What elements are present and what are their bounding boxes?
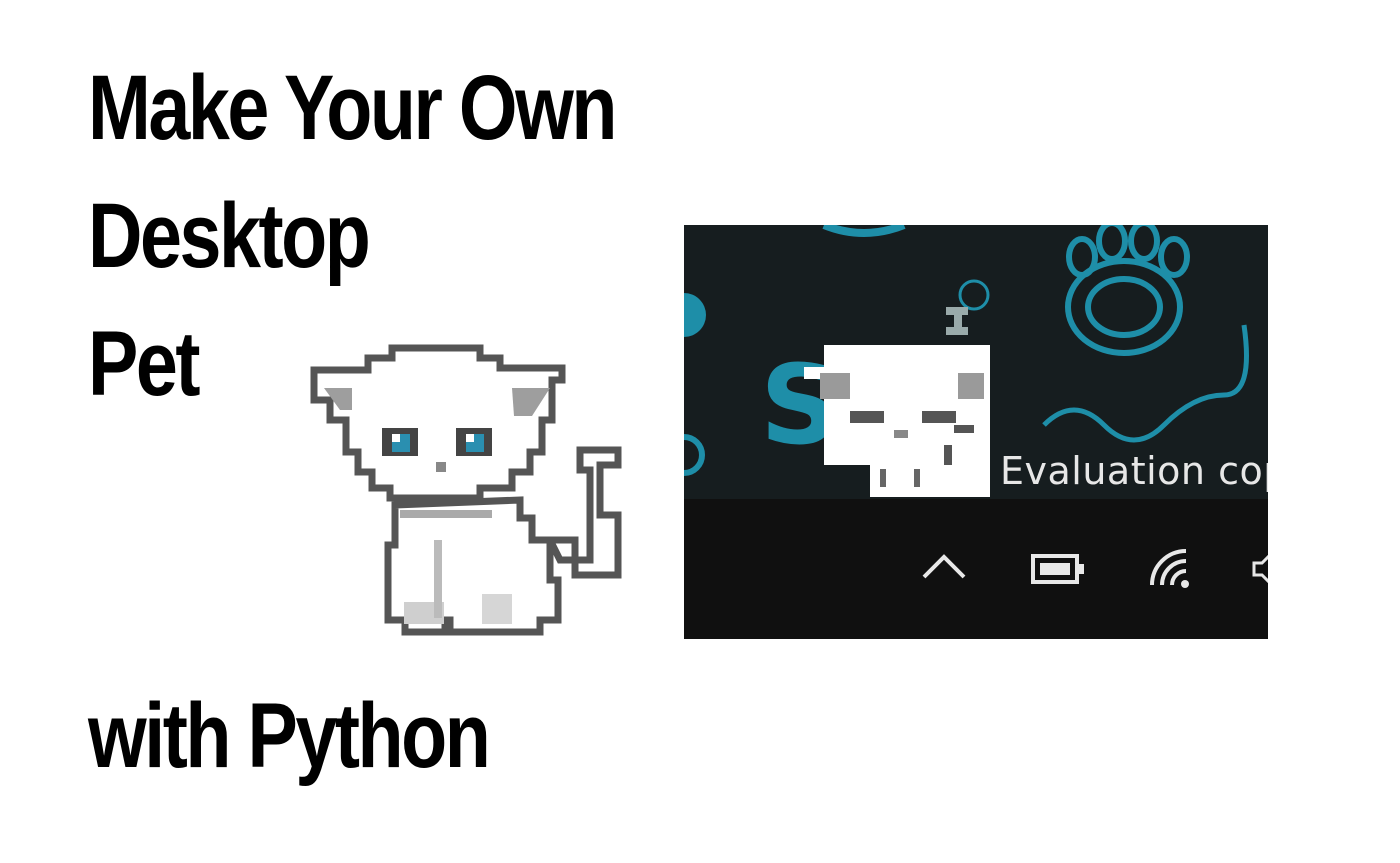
cat-body bbox=[384, 496, 562, 636]
taskbar bbox=[684, 499, 1268, 639]
speaker-icon[interactable] bbox=[1252, 551, 1268, 587]
chevron-up-icon[interactable] bbox=[920, 551, 968, 581]
cat-head bbox=[310, 344, 566, 502]
title-line-3: Pet bbox=[88, 313, 200, 415]
title-line-1: Make Your Own bbox=[88, 57, 617, 159]
battery-icon[interactable] bbox=[1030, 553, 1088, 585]
pixel-cat-illustration bbox=[310, 344, 622, 636]
cat-eye-left bbox=[382, 428, 418, 456]
cat-tail bbox=[544, 446, 622, 579]
wifi-icon[interactable] bbox=[1146, 547, 1194, 591]
title-line-2: Desktop bbox=[88, 185, 371, 287]
desktop-screenshot: S Evaluation cop bbox=[684, 225, 1268, 639]
title-line-4: with Python bbox=[88, 685, 491, 787]
cat-nose bbox=[436, 462, 446, 472]
cat-eye-right bbox=[456, 428, 492, 456]
evaluation-watermark: Evaluation cop bbox=[1000, 449, 1268, 493]
